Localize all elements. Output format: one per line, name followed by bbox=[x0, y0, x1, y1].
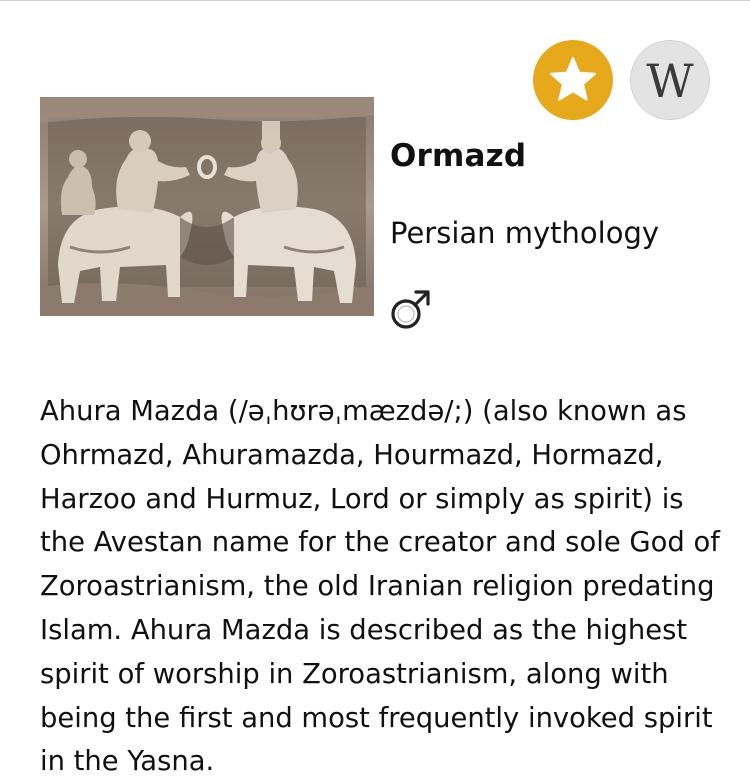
male-symbol-icon bbox=[391, 290, 430, 329]
favorite-button[interactable] bbox=[533, 40, 613, 120]
wikipedia-w-icon: W bbox=[646, 54, 694, 108]
entry-description: Ahura Mazda (/əˌhʊrəˌmæzdə/;) (also know… bbox=[40, 396, 720, 778]
entry-title: Ormazd bbox=[390, 138, 527, 174]
wikipedia-button[interactable]: W bbox=[630, 40, 710, 120]
star-icon bbox=[550, 57, 596, 101]
entry-subtitle: Persian mythology bbox=[390, 216, 660, 250]
top-divider bbox=[0, 0, 750, 1]
entry-image bbox=[40, 97, 374, 316]
